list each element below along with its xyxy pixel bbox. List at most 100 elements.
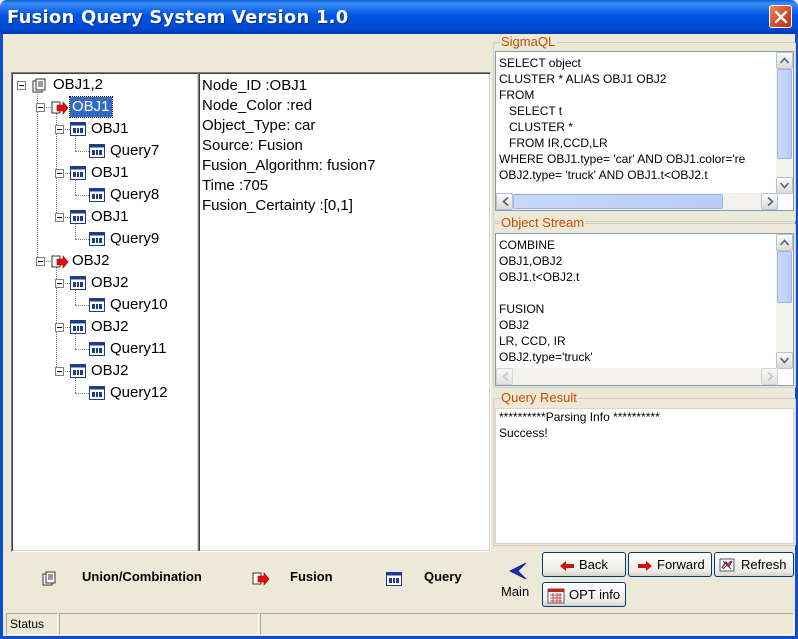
tree-node-label[interactable]: Query9	[108, 229, 161, 249]
detail-line: Fusion_Algorithm: fusion7	[202, 157, 376, 174]
tree-collapse-toggle[interactable]	[55, 323, 64, 332]
main-arrow-icon	[509, 562, 527, 580]
tree-collapse-toggle[interactable]	[55, 125, 64, 134]
query-result-caption: Query Result	[500, 390, 578, 405]
tree-node-label[interactable]: OBJ1	[89, 163, 131, 183]
tree-node[interactable]: Query8	[108, 185, 161, 205]
tree-node-label[interactable]: OBJ1	[89, 119, 131, 139]
scroll-thumb[interactable]	[513, 194, 723, 209]
refresh-button[interactable]: Refresh	[714, 552, 794, 577]
tree-node[interactable]: Query12	[108, 383, 170, 403]
close-button[interactable]	[769, 5, 792, 28]
query-result-textarea[interactable]: **********Parsing Info ********** Succes…	[495, 408, 794, 544]
opt-info-button[interactable]: OPT info	[542, 582, 626, 607]
main-nav[interactable]	[506, 560, 532, 584]
tree-node-label[interactable]: Query8	[108, 185, 161, 205]
tree-node[interactable]: OBJ1	[89, 207, 131, 227]
tree-node-label[interactable]: OBJ1,2	[51, 75, 105, 95]
tree-node-label[interactable]: OBJ1	[69, 96, 113, 118]
object-stream-vscrollbar[interactable]	[776, 234, 793, 369]
tree-connector	[75, 223, 76, 239]
sigmaql-hscrollbar[interactable]	[496, 193, 778, 210]
fusion-icon	[51, 100, 69, 115]
query-icon	[89, 188, 105, 202]
tree-node-label[interactable]: Query12	[108, 383, 170, 403]
tree-node-label[interactable]: Query11	[108, 339, 168, 359]
tree-node[interactable]: OBJ1	[89, 163, 131, 183]
tree-node[interactable]: Query11	[108, 339, 168, 359]
scroll-thumb[interactable]	[777, 251, 792, 303]
arrow-up-icon	[780, 239, 789, 246]
scroll-thumb[interactable]	[777, 69, 792, 159]
tree-node-label[interactable]: OBJ2	[89, 361, 131, 381]
tree-node[interactable]: OBJ2	[70, 251, 112, 271]
fusion-icon	[252, 572, 270, 586]
tree-node[interactable]: OBJ2	[89, 273, 131, 293]
close-icon	[774, 10, 788, 24]
scroll-left-button[interactable]	[496, 368, 513, 385]
tree-node-label[interactable]: OBJ1	[89, 207, 131, 227]
tree-connector	[75, 151, 89, 152]
tree-collapse-toggle[interactable]	[17, 81, 26, 90]
object-stream-textarea[interactable]: COMBINE OBJ1,OBJ2 OBJ1.t<OBJ2.t FUSION O…	[495, 233, 794, 386]
node-details-panel: Node_ID :OBJ1 Node_Color :red Object_Type:…	[198, 72, 491, 552]
opt-info-icon	[547, 588, 565, 604]
query-icon	[89, 144, 105, 158]
tree-collapse-toggle[interactable]	[36, 257, 45, 266]
tree-connector	[75, 135, 76, 151]
tree-node-label[interactable]: OBJ2	[70, 251, 112, 271]
tree-connector	[37, 91, 38, 261]
tree-node[interactable]: OBJ2	[89, 361, 131, 381]
status-cell-3	[260, 613, 794, 635]
status-label: Status	[6, 613, 58, 635]
object-stream-text: COMBINE OBJ1,OBJ2 OBJ1.t<OBJ2.t FUSION O…	[499, 238, 593, 364]
object-tree[interactable]: OBJ1,2 OBJ1 OBJ1 Query7 OBJ1 Query8 OBJ1 Query9…	[11, 72, 199, 552]
scroll-right-button[interactable]	[761, 368, 778, 385]
tree-node[interactable]: OBJ1	[89, 119, 131, 139]
sigmaql-textarea[interactable]: SELECT object CLUSTER * ALIAS OBJ1 OBJ2 …	[495, 51, 794, 211]
tree-node-label[interactable]: OBJ2	[89, 273, 131, 293]
tree-collapse-toggle[interactable]	[55, 213, 64, 222]
tree-connector	[75, 239, 89, 240]
legend-fusion-label: Fusion	[290, 569, 333, 584]
tree-connector	[75, 377, 76, 393]
window-frame: OBJ1,2 OBJ1 OBJ1 Query7 OBJ1 Query8 OBJ1 Query9…	[0, 34, 798, 639]
tree-node[interactable]: OBJ1	[69, 96, 113, 118]
tree-node[interactable]: Query10	[108, 295, 170, 315]
scroll-up-button[interactable]	[776, 234, 793, 251]
tree-node[interactable]: Query7	[108, 141, 161, 161]
tree-collapse-toggle[interactable]	[55, 169, 64, 178]
tree-node-label[interactable]: Query7	[108, 141, 161, 161]
query-icon	[89, 232, 105, 246]
query-icon	[70, 166, 86, 180]
forward-arrow-icon	[638, 560, 652, 571]
union-icon	[42, 571, 56, 586]
tree-node-label[interactable]: Query10	[108, 295, 170, 315]
tree-node[interactable]: OBJ1,2	[51, 75, 105, 95]
tree-collapse-toggle[interactable]	[55, 367, 64, 376]
detail-line: Object_Type: car	[202, 117, 316, 134]
scroll-down-button[interactable]	[776, 177, 793, 194]
tree-collapse-toggle[interactable]	[36, 103, 45, 112]
sigmaql-vscrollbar[interactable]	[776, 52, 793, 194]
arrow-up-icon	[780, 57, 789, 64]
union-icon	[32, 78, 48, 93]
back-button[interactable]: Back	[542, 552, 626, 577]
tree-node[interactable]: OBJ2	[89, 317, 131, 337]
tree-node[interactable]: Query9	[108, 229, 161, 249]
object-stream-hscrollbar[interactable]	[496, 368, 778, 385]
scroll-up-button[interactable]	[776, 52, 793, 69]
main-label[interactable]: Main	[501, 584, 529, 599]
tree-node-label[interactable]: OBJ2	[89, 317, 131, 337]
forward-button[interactable]: Forward	[628, 552, 712, 577]
tree-collapse-toggle[interactable]	[55, 279, 64, 288]
scroll-down-button[interactable]	[776, 352, 793, 369]
scroll-left-button[interactable]	[496, 193, 513, 210]
arrow-right-icon	[767, 372, 774, 381]
status-cell-2	[59, 613, 259, 635]
refresh-label: Refresh	[741, 557, 787, 572]
scroll-right-button[interactable]	[761, 193, 778, 210]
arrow-down-icon	[780, 182, 789, 189]
refresh-icon	[719, 558, 735, 572]
query-icon	[89, 342, 105, 356]
